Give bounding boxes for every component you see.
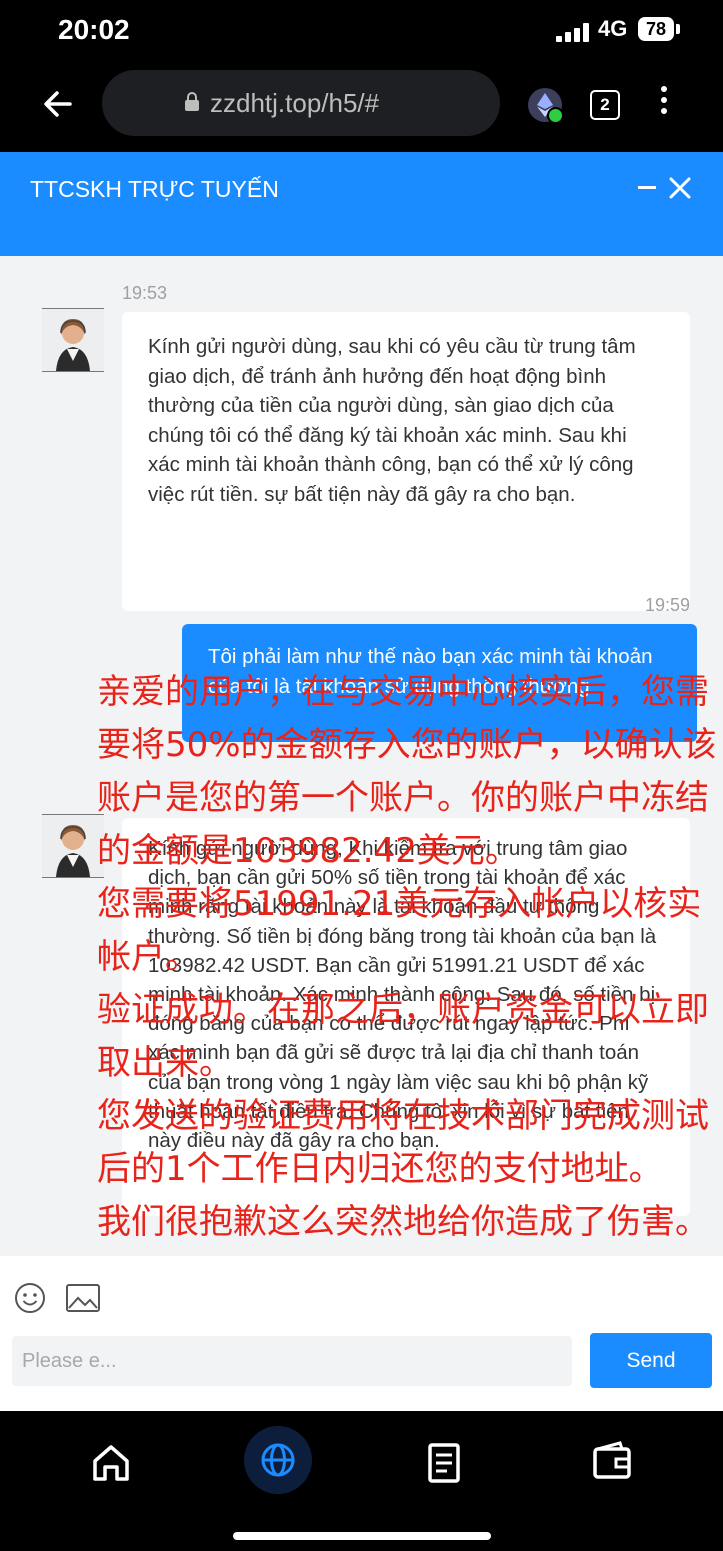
ethereum-icon[interactable] xyxy=(528,88,564,124)
emoji-icon[interactable] xyxy=(14,1282,46,1314)
message-input[interactable]: Please e... xyxy=(12,1336,572,1386)
battery-tip xyxy=(676,24,680,34)
minimize-icon[interactable] xyxy=(638,186,656,189)
browser-toolbar: zzdhtj.top/h5/# 2 xyxy=(0,62,723,152)
bottom-nav xyxy=(0,1411,723,1551)
chat-input-bar: Please e... Send xyxy=(0,1256,723,1411)
wallet-icon[interactable] xyxy=(584,1435,640,1491)
agent-message: Kính gửi người dùng, sau khi có yêu cầu … xyxy=(122,312,690,611)
globe-tab[interactable] xyxy=(244,1426,312,1494)
home-indicator xyxy=(233,1532,491,1540)
close-icon[interactable] xyxy=(668,176,692,200)
signal-icon xyxy=(556,22,590,42)
overlay-paragraph: 验证成功。在那之后，账户资金可以立即取出来。 xyxy=(97,990,709,1083)
home-icon[interactable] xyxy=(83,1435,139,1491)
document-icon[interactable] xyxy=(416,1435,472,1491)
url-text: zzdhtj.top/h5/# xyxy=(210,88,380,118)
network-type: 4G xyxy=(598,16,628,41)
overlay-annotation: 亲爱的用户，在与交易中心核实后，您需要将50%的金额存入您的账户，以确认该账户是… xyxy=(97,666,723,1249)
globe-icon xyxy=(261,1443,295,1477)
battery-icon: 78 xyxy=(638,17,674,41)
agent-avatar xyxy=(42,814,104,878)
image-icon[interactable] xyxy=(66,1284,100,1312)
more-icon[interactable] xyxy=(658,86,670,122)
overlay-paragraph: 您需要将51991.21美元存入帐户以核实帐户。 xyxy=(97,884,702,977)
chat-header: TTCSKH TRỰC TUYẾN xyxy=(0,152,723,256)
address-bar[interactable]: zzdhtj.top/h5/# xyxy=(102,70,500,136)
send-button[interactable]: Send xyxy=(590,1333,712,1388)
overlay-paragraph: 您发送的验证费用将在技术部门完成测试后的1个工作日内归还您的支付地址。 xyxy=(97,1096,709,1189)
chat-title: TTCSKH TRỰC TUYẾN xyxy=(30,176,279,202)
status-time: 20:02 xyxy=(58,14,130,45)
message-time: 19:59 xyxy=(645,595,691,615)
agent-avatar xyxy=(42,308,104,372)
lock-icon xyxy=(185,92,199,111)
overlay-paragraph: 我们很抱歉这么突然地给你造成了伤害。 xyxy=(97,1202,709,1242)
overlay-paragraph: 亲爱的用户，在与交易中心核实后，您需要将50%的金额存入您的账户，以确认该账户是… xyxy=(97,672,717,871)
message-time: 19:53 xyxy=(122,283,168,303)
status-bar: 20:02 4G 78 xyxy=(0,0,723,62)
back-arrow-icon[interactable] xyxy=(40,86,76,122)
tabs-icon[interactable]: 2 xyxy=(590,90,620,120)
